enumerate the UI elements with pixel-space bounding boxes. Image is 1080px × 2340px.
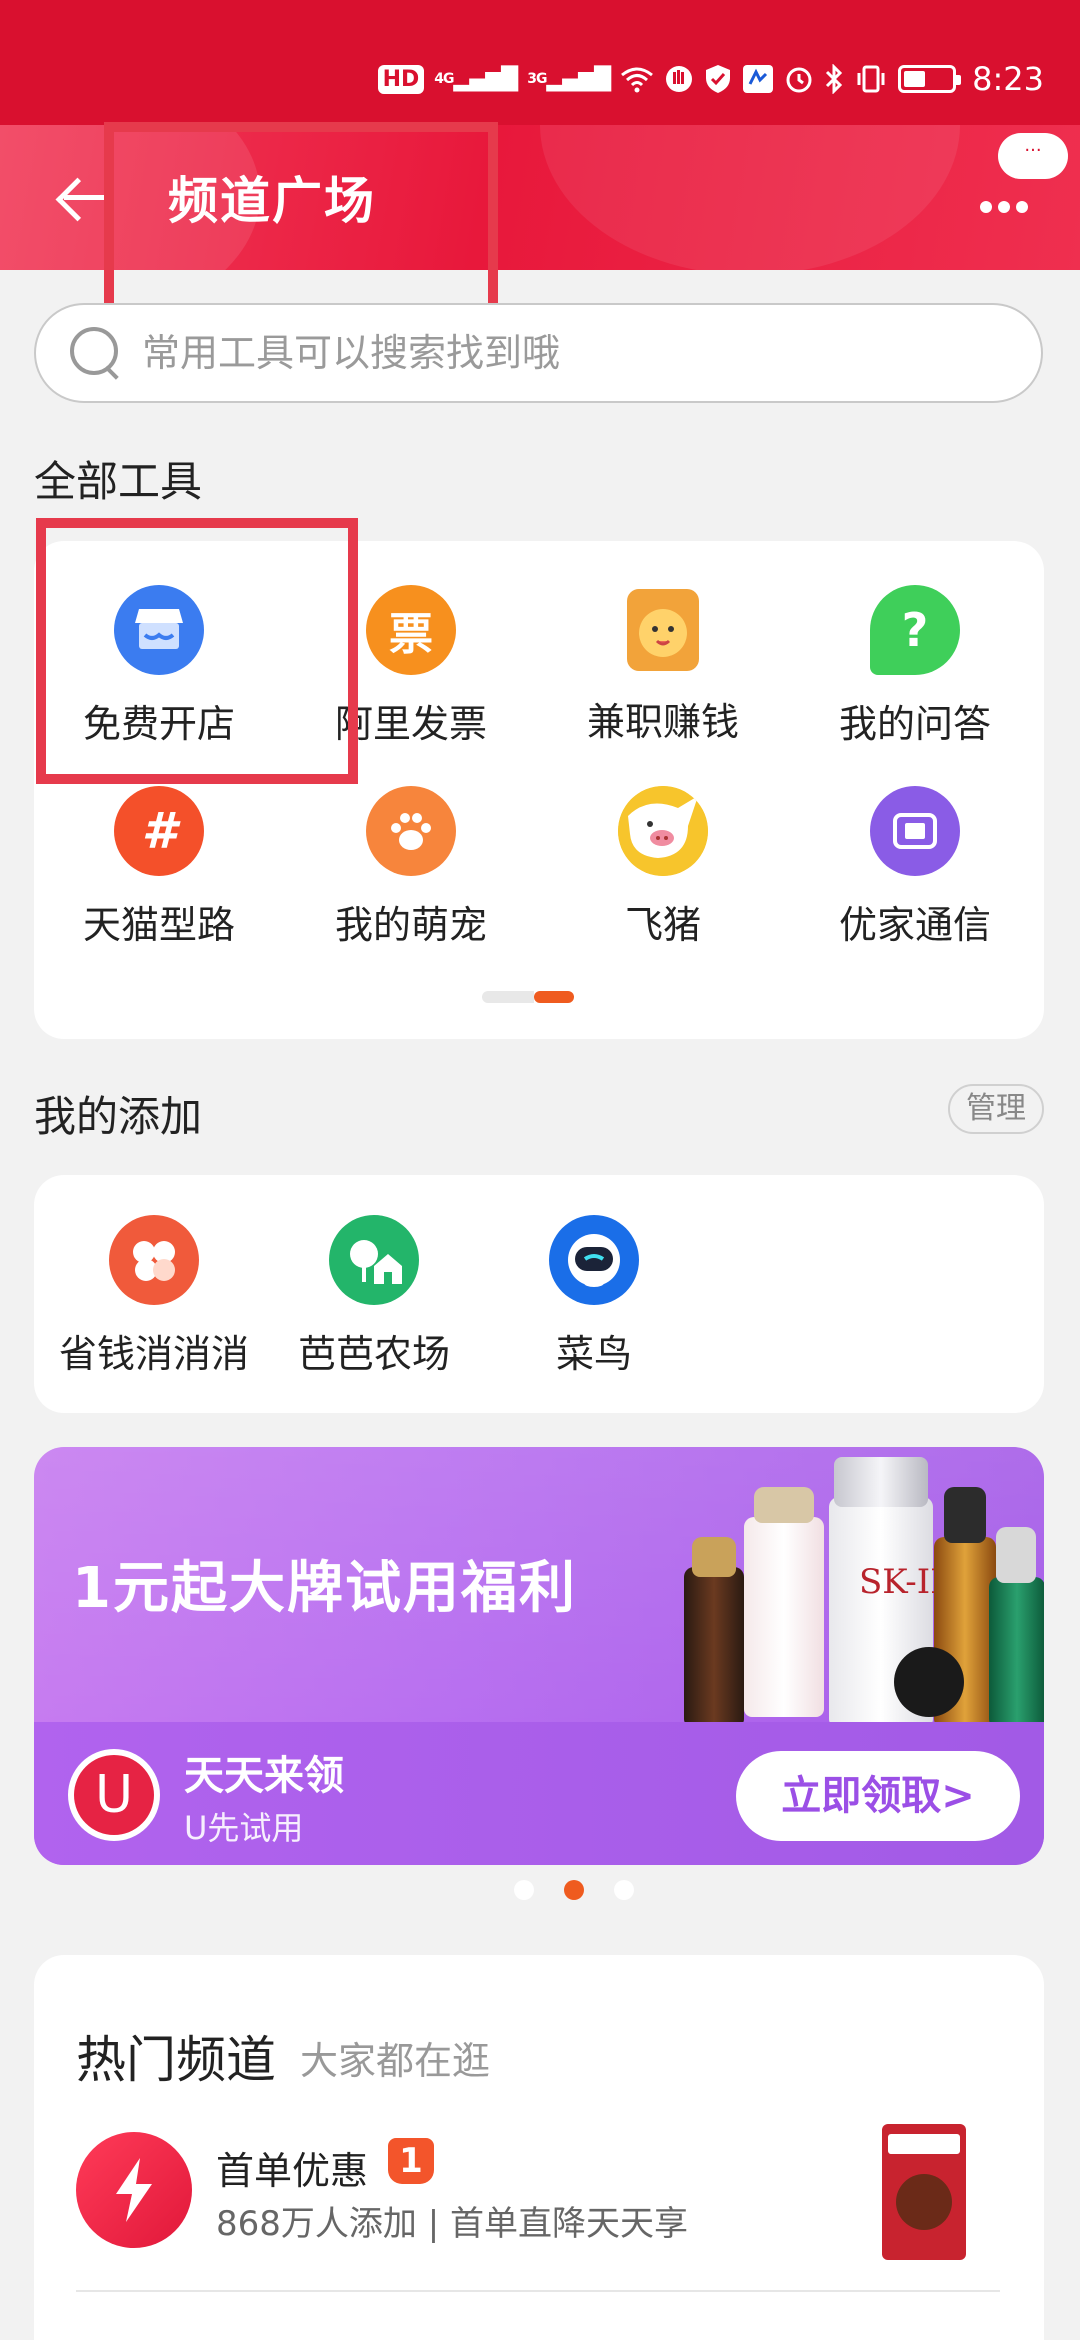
tool-label: 我的问答 bbox=[838, 702, 991, 746]
my-added-title: 我的添加 bbox=[34, 1092, 203, 1141]
status-icons: HD 4G ▂▄▆█ 3G ▂▄▆█ 8:23 bbox=[377, 52, 1044, 106]
my-added-card: 省钱消消消 芭芭农场 菜鸟 bbox=[34, 1175, 1044, 1413]
added-label: 省钱消消消 bbox=[58, 1332, 249, 1376]
phone-card-icon bbox=[870, 786, 960, 876]
status-bar: HD 4G ▂▄▆█ 3G ▂▄▆█ 8:23 bbox=[0, 0, 1080, 125]
fruit-icon bbox=[109, 1215, 199, 1305]
channel-name: 首单优惠 bbox=[216, 2149, 369, 2193]
search-input[interactable] bbox=[142, 331, 942, 375]
question-icon: ? bbox=[870, 585, 960, 675]
back-arrow-icon[interactable] bbox=[54, 167, 114, 227]
tool-tmall[interactable]: # 天猫型路 bbox=[34, 786, 284, 949]
banner-caption: U先试用 bbox=[184, 1809, 304, 1847]
promo-banner[interactable]: 1元起大牌试用福利 SK-II U 天天来领 U先试用 立即领取> bbox=[34, 1447, 1044, 1865]
manage-button[interactable]: 管理 bbox=[948, 1084, 1044, 1134]
tool-label: 飞猪 bbox=[624, 903, 701, 947]
search-icon bbox=[68, 325, 124, 381]
paw-icon bbox=[366, 786, 456, 876]
channel-thumbnail bbox=[882, 2124, 966, 2260]
invoice-icon: 票 bbox=[366, 585, 456, 675]
tool-youjia[interactable]: 优家通信 bbox=[790, 786, 1040, 949]
lightning-icon bbox=[76, 2132, 192, 2248]
tool-label: 阿里发票 bbox=[334, 702, 487, 746]
farm-icon bbox=[329, 1215, 419, 1305]
clock: 8:23 bbox=[972, 60, 1044, 98]
tool-part-time[interactable]: 兼职赚钱 bbox=[538, 585, 788, 746]
signal-3g-icon: 3G ▂▄▆█ bbox=[527, 66, 611, 92]
shop-icon bbox=[114, 585, 204, 675]
cainiao-icon bbox=[549, 1215, 639, 1305]
hd-icon: HD bbox=[377, 64, 425, 94]
banner-dot bbox=[514, 1880, 534, 1900]
tool-label: 优家通信 bbox=[838, 903, 991, 947]
signal-4g-icon: 4G ▂▄▆█ bbox=[434, 66, 518, 92]
hashtag-icon: # bbox=[114, 786, 204, 876]
battery-fill bbox=[904, 71, 926, 87]
bluetooth-icon bbox=[824, 64, 844, 94]
claim-now-button[interactable]: 立即领取> bbox=[736, 1751, 1020, 1841]
search-bar[interactable] bbox=[34, 303, 1043, 403]
tools-pager bbox=[482, 991, 574, 1003]
hot-channels-title: 热门频道 bbox=[76, 2031, 276, 2089]
u-trial-logo: U bbox=[68, 1749, 160, 1841]
added-label: 芭芭农场 bbox=[297, 1332, 450, 1376]
card-icon bbox=[742, 64, 774, 94]
pig-icon bbox=[618, 786, 708, 876]
banner-dot-active bbox=[564, 1880, 584, 1900]
lion-icon bbox=[625, 587, 701, 673]
more-dots-icon bbox=[980, 201, 1028, 213]
added-label: 菜鸟 bbox=[555, 1332, 632, 1376]
all-tools-card: 免费开店 票 阿里发票 兼职赚钱 ? 我的问答 # 天猫型路 我的萌宠 飞猪 优… bbox=[34, 541, 1044, 1039]
banner-dot bbox=[614, 1880, 634, 1900]
banner-pager bbox=[514, 1880, 634, 1900]
header-decoration bbox=[540, 125, 960, 270]
pager-dot-active bbox=[534, 991, 574, 1003]
tool-label: 我的萌宠 bbox=[334, 903, 487, 947]
message-bubble-icon: ··· bbox=[998, 133, 1068, 179]
added-item-baba-farm[interactable]: 芭芭农场 bbox=[254, 1215, 494, 1378]
added-item-xiaoxiao[interactable]: 省钱消消消 bbox=[34, 1215, 274, 1378]
tool-label: 兼职赚钱 bbox=[586, 700, 739, 744]
banner-subtitle: 天天来领 bbox=[184, 1753, 344, 1799]
shield-icon bbox=[704, 64, 732, 94]
page-title: 频道广场 bbox=[168, 172, 376, 230]
tool-fliggy[interactable]: 飞猪 bbox=[538, 786, 788, 949]
channel-description: 868万人添加 | 首单直降天天享 bbox=[216, 2204, 688, 2244]
vibrate-icon bbox=[854, 64, 888, 94]
tool-label: 天猫型路 bbox=[82, 903, 235, 947]
hand-icon bbox=[664, 64, 694, 94]
tool-free-shop[interactable]: 免费开店 bbox=[34, 585, 284, 748]
tool-my-qa[interactable]: ? 我的问答 bbox=[790, 585, 1040, 748]
tool-label: 免费开店 bbox=[82, 702, 235, 746]
product-image: SK-II bbox=[644, 1457, 1044, 1727]
tool-ali-invoice[interactable]: 票 阿里发票 bbox=[286, 585, 536, 748]
all-tools-title: 全部工具 bbox=[34, 457, 203, 506]
more-options-button[interactable]: ··· bbox=[980, 133, 1068, 213]
channel-divider bbox=[76, 2290, 1000, 2292]
added-item-cainiao[interactable]: 菜鸟 bbox=[474, 1215, 714, 1378]
battery-icon bbox=[898, 65, 962, 93]
channel-badge: 1 bbox=[388, 2138, 434, 2184]
alarm-icon bbox=[784, 64, 814, 94]
wifi-icon bbox=[620, 65, 654, 93]
hot-channels-subtitle: 大家都在逛 bbox=[300, 2039, 491, 2083]
banner-title: 1元起大牌试用福利 bbox=[72, 1556, 577, 1621]
tool-my-pet[interactable]: 我的萌宠 bbox=[286, 786, 536, 949]
pager-dot bbox=[482, 991, 534, 1003]
header-bar: 频道广场 bbox=[0, 125, 1080, 270]
